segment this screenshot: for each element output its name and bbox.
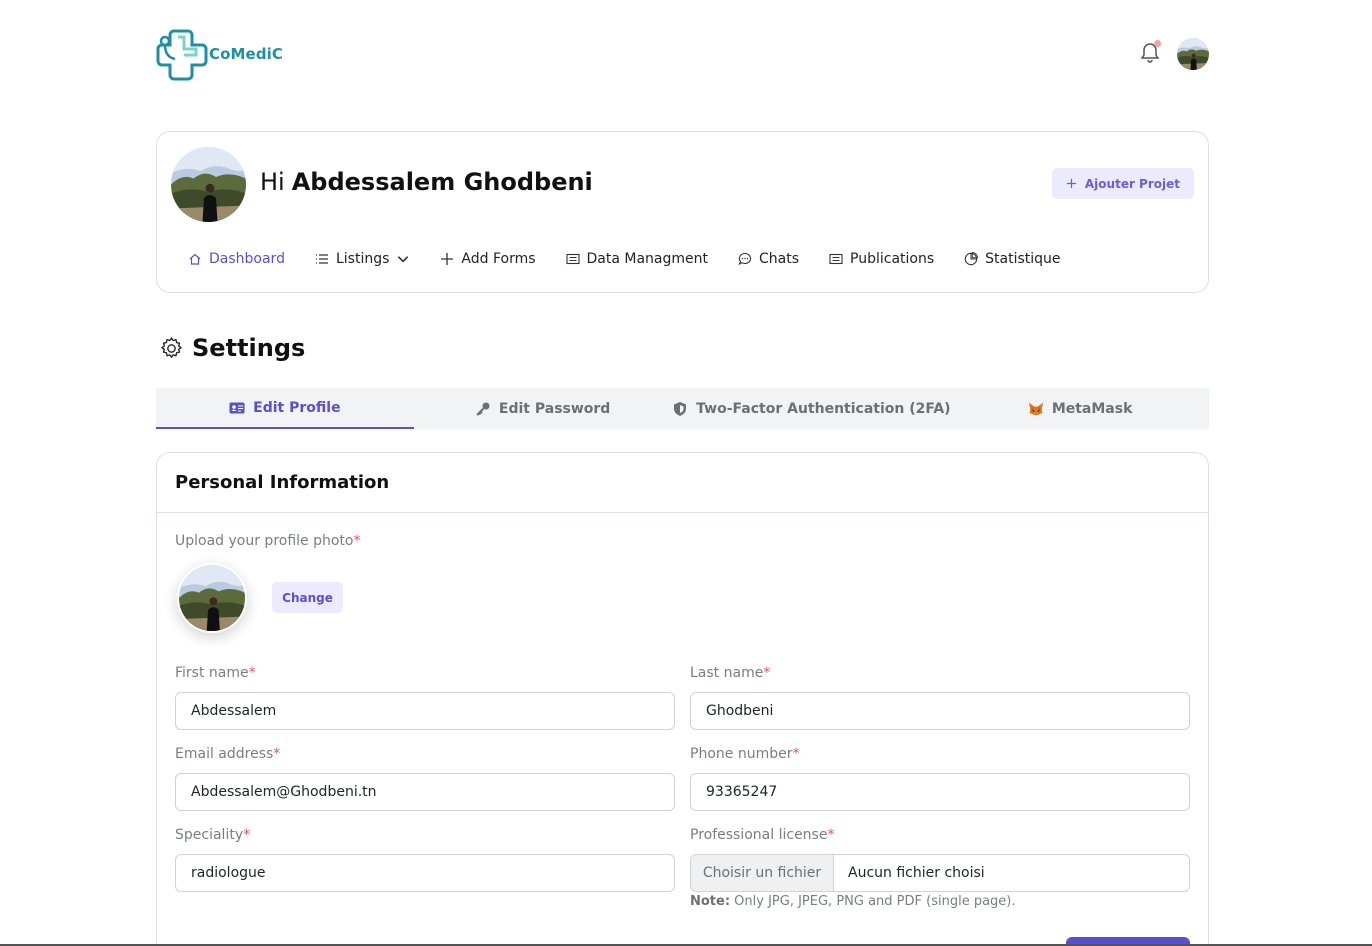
tab-edit-profile[interactable]: Edit Profile xyxy=(156,388,414,429)
last-name-input[interactable]: Ghodbeni xyxy=(690,692,1190,730)
home-icon xyxy=(189,253,201,265)
nav-statistique[interactable]: Statistique xyxy=(964,251,1061,267)
user-avatar[interactable] xyxy=(1177,38,1209,70)
nav-dashboard[interactable]: Dashboard xyxy=(188,251,285,267)
brand-logo[interactable]: CoMediC xyxy=(156,26,283,82)
fox-icon xyxy=(1028,402,1044,415)
add-project-label: Ajouter Projet xyxy=(1084,176,1180,191)
notification-button[interactable] xyxy=(1139,40,1161,64)
add-project-button[interactable]: Ajouter Projet xyxy=(1051,168,1194,199)
required-mark: * xyxy=(273,746,281,762)
logo-text: CoMediC xyxy=(209,45,284,63)
settings-tabs: Edit Profile Edit Password Two-Factor Au… xyxy=(156,388,1209,429)
tab-metamask[interactable]: MetaMask xyxy=(951,388,1209,429)
photo-label: Upload your profile photo* xyxy=(175,533,361,549)
greeting: Hi Abdessalem Ghodbeni xyxy=(260,168,593,196)
tab-two-factor[interactable]: Two-Factor Authentication (2FA) xyxy=(672,388,952,429)
chevron-down-icon xyxy=(398,256,409,263)
required-mark: * xyxy=(243,827,251,843)
profile-photo xyxy=(177,563,247,633)
choose-file-button[interactable]: Choisir un fichier xyxy=(691,855,834,891)
required-mark: * xyxy=(792,746,800,762)
note-bold: Note: xyxy=(690,894,731,909)
phone-label: Phone number* xyxy=(690,746,799,762)
required-mark: * xyxy=(763,665,771,681)
nav-label: Data Managment xyxy=(586,251,709,267)
label-text: First name xyxy=(175,665,249,681)
settings-title: Settings xyxy=(192,334,306,362)
gear-icon xyxy=(161,336,182,358)
settings-heading: Settings xyxy=(159,334,305,362)
chat-icon xyxy=(738,252,752,266)
change-photo-button[interactable]: Change xyxy=(272,582,343,613)
nav-label: Chats xyxy=(759,251,800,267)
file-note: Note: Only JPG, JPEG, PNG and PDF (singl… xyxy=(690,894,1016,909)
label-text: Last name xyxy=(690,665,764,681)
nav-label: Listings xyxy=(335,251,390,267)
list-icon xyxy=(315,254,328,264)
personal-info-card: Personal Information Upload your profile… xyxy=(156,452,1209,946)
shield-icon xyxy=(674,401,687,416)
email-label: Email address* xyxy=(175,746,280,762)
required-mark: * xyxy=(827,827,835,843)
first-name-input[interactable]: Abdessalem xyxy=(175,692,675,730)
speciality-input[interactable]: radiologue xyxy=(175,854,675,892)
first-name-label: First name* xyxy=(175,665,256,681)
required-mark: * xyxy=(248,665,256,681)
nav-listings[interactable]: Listings xyxy=(315,251,410,267)
document-icon xyxy=(829,253,843,265)
plus-icon xyxy=(441,253,454,265)
nav-publications[interactable]: Publications xyxy=(829,251,934,267)
photo-label-text: Upload your profile photo xyxy=(175,533,354,549)
label-text: Professional license xyxy=(690,827,828,843)
user-name: Abdessalem Ghodbeni xyxy=(291,168,593,196)
label-text: Speciality xyxy=(175,827,244,843)
id-card-icon xyxy=(229,402,245,413)
file-status: Aucun fichier choisi xyxy=(848,865,985,881)
section-title: Personal Information xyxy=(175,472,390,493)
nav-label: Dashboard xyxy=(209,251,285,267)
main-nav: Dashboard Listings Add Forms Data Managm… xyxy=(188,248,1091,270)
email-input[interactable]: Abdessalem@Ghodbeni.tn xyxy=(175,773,675,811)
nav-label: Statistique xyxy=(985,251,1061,267)
nav-label: Publications xyxy=(850,251,935,267)
document-icon xyxy=(565,253,580,265)
phone-input[interactable]: 93365247 xyxy=(690,773,1190,811)
top-navbar: CoMediC xyxy=(156,26,1209,82)
speciality-label: Speciality* xyxy=(175,827,250,843)
tab-label: Two-Factor Authentication (2FA) xyxy=(696,400,951,417)
last-name-label: Last name* xyxy=(690,665,770,681)
personal-info-header: Personal Information xyxy=(157,453,1208,513)
greeting-hi: Hi xyxy=(260,168,285,196)
license-label: Professional license* xyxy=(690,827,834,843)
profile-header-card: Hi Abdessalem Ghodbeni Ajouter Projet Da… xyxy=(156,131,1209,293)
key-icon xyxy=(476,402,490,416)
pie-chart-icon xyxy=(964,252,979,266)
tab-edit-password[interactable]: Edit Password xyxy=(414,388,672,429)
note-text: Only JPG, JPEG, PNG and PDF (single page… xyxy=(730,894,1016,909)
plus-icon xyxy=(1066,178,1076,189)
cross-logo-icon xyxy=(156,29,208,81)
nav-label: Add Forms xyxy=(461,251,536,267)
nav-chats[interactable]: Chats xyxy=(738,251,799,267)
tab-label: Edit Password xyxy=(498,400,611,417)
profile-avatar xyxy=(171,147,246,222)
label-text: Phone number xyxy=(690,746,793,762)
tab-label: Edit Profile xyxy=(253,399,341,416)
license-file-input[interactable]: Choisir un fichier Aucun fichier choisi xyxy=(690,854,1190,892)
nav-data-management[interactable]: Data Managment xyxy=(565,251,709,267)
nav-add-forms[interactable]: Add Forms xyxy=(440,251,536,267)
notification-dot xyxy=(1154,40,1161,47)
required-mark: * xyxy=(353,533,361,549)
tab-label: MetaMask xyxy=(1051,400,1133,417)
label-text: Email address xyxy=(175,746,274,762)
